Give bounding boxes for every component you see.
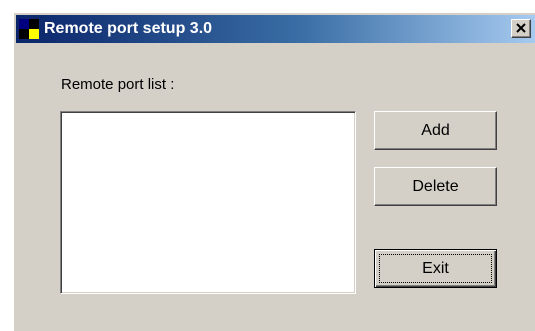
exit-button-label: Exit	[422, 260, 449, 277]
add-button[interactable]: Add	[374, 111, 497, 150]
remote-port-listbox[interactable]	[60, 111, 356, 294]
title-bar[interactable]: Remote port setup 3.0	[16, 15, 535, 43]
add-button-label: Add	[421, 122, 450, 139]
close-button[interactable]	[511, 19, 531, 38]
app-icon	[19, 19, 39, 39]
exit-button[interactable]: Exit	[374, 249, 497, 288]
delete-button-label: Delete	[412, 178, 459, 195]
remote-port-list-label: Remote port list :	[61, 76, 175, 93]
window-title: Remote port setup 3.0	[44, 20, 213, 37]
close-icon	[516, 23, 526, 33]
dialog-window: Remote port setup 3.0 Remote port list :…	[13, 12, 535, 331]
delete-button[interactable]: Delete	[374, 167, 497, 206]
